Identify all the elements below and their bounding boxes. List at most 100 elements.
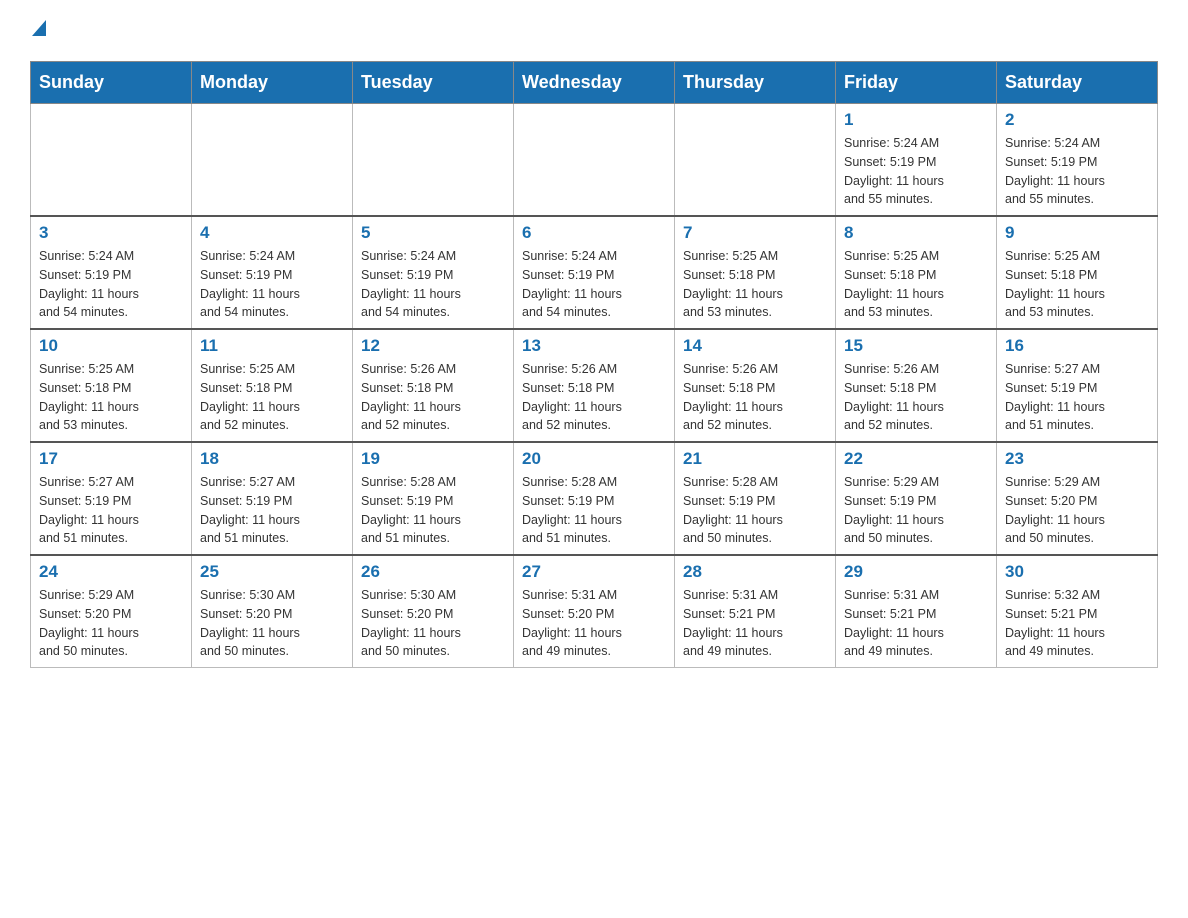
day-number: 26: [361, 562, 505, 582]
calendar-cell: [192, 104, 353, 217]
day-info: Sunrise: 5:24 AMSunset: 5:19 PMDaylight:…: [844, 134, 988, 209]
logo-icon: [32, 20, 46, 41]
day-number: 15: [844, 336, 988, 356]
day-info: Sunrise: 5:26 AMSunset: 5:18 PMDaylight:…: [683, 360, 827, 435]
day-info: Sunrise: 5:25 AMSunset: 5:18 PMDaylight:…: [844, 247, 988, 322]
day-info: Sunrise: 5:29 AMSunset: 5:20 PMDaylight:…: [1005, 473, 1149, 548]
day-number: 20: [522, 449, 666, 469]
calendar-week-row: 1 Sunrise: 5:24 AMSunset: 5:19 PMDaylight…: [31, 104, 1158, 217]
calendar-cell: 12 Sunrise: 5:26 AMSunset: 5:18 PMDayligh…: [353, 329, 514, 442]
calendar-cell: 20 Sunrise: 5:28 AMSunset: 5:19 PMDayligh…: [514, 442, 675, 555]
day-info: Sunrise: 5:29 AMSunset: 5:20 PMDaylight:…: [39, 586, 183, 661]
day-info: Sunrise: 5:24 AMSunset: 5:19 PMDaylight:…: [1005, 134, 1149, 209]
calendar-cell: 4Sunrise: 5:24 AMSunset: 5:19 PMDaylight…: [192, 216, 353, 329]
day-info: Sunrise: 5:26 AMSunset: 5:18 PMDaylight:…: [522, 360, 666, 435]
day-info: Sunrise: 5:28 AMSunset: 5:19 PMDaylight:…: [683, 473, 827, 548]
day-number: 28: [683, 562, 827, 582]
calendar-cell: 30 Sunrise: 5:32 AMSunset: 5:21 PMDayligh…: [997, 555, 1158, 668]
day-info: Sunrise: 5:29 AMSunset: 5:19 PMDaylight:…: [844, 473, 988, 548]
day-number: 1: [844, 110, 988, 130]
day-number: 6: [522, 223, 666, 243]
calendar-table: Sunday Monday Tuesday Wednesday Thursday…: [30, 61, 1158, 668]
day-number: 16: [1005, 336, 1149, 356]
day-number: 11: [200, 336, 344, 356]
col-monday: Monday: [192, 62, 353, 104]
calendar-cell: 22 Sunrise: 5:29 AMSunset: 5:19 PMDayligh…: [836, 442, 997, 555]
calendar-cell: 28Sunrise: 5:31 AMSunset: 5:21 PMDayligh…: [675, 555, 836, 668]
calendar-cell: 2 Sunrise: 5:24 AMSunset: 5:19 PMDaylight…: [997, 104, 1158, 217]
day-info: Sunrise: 5:25 AMSunset: 5:18 PMDaylight:…: [200, 360, 344, 435]
day-info: Sunrise: 5:27 AMSunset: 5:19 PMDaylight:…: [39, 473, 183, 548]
day-number: 3: [39, 223, 183, 243]
col-sunday: Sunday: [31, 62, 192, 104]
day-number: 30: [1005, 562, 1149, 582]
calendar-cell: 16 Sunrise: 5:27 AMSunset: 5:19 PMDayligh…: [997, 329, 1158, 442]
calendar-week-row: 17 Sunrise: 5:27 AMSunset: 5:19 PMDayligh…: [31, 442, 1158, 555]
calendar-cell: 29 Sunrise: 5:31 AMSunset: 5:21 PMDayligh…: [836, 555, 997, 668]
calendar-cell: 26 Sunrise: 5:30 AMSunset: 5:20 PMDayligh…: [353, 555, 514, 668]
day-number: 23: [1005, 449, 1149, 469]
calendar-cell: 10 Sunrise: 5:25 AMSunset: 5:18 PMDayligh…: [31, 329, 192, 442]
col-tuesday: Tuesday: [353, 62, 514, 104]
calendar-cell: [514, 104, 675, 217]
calendar-week-row: 3 Sunrise: 5:24 AMSunset: 5:19 PMDaylight…: [31, 216, 1158, 329]
day-info: Sunrise: 5:30 AMSunset: 5:20 PMDaylight:…: [361, 586, 505, 661]
day-number: 10: [39, 336, 183, 356]
day-number: 9: [1005, 223, 1149, 243]
calendar-cell: 11 Sunrise: 5:25 AMSunset: 5:18 PMDayligh…: [192, 329, 353, 442]
day-info: Sunrise: 5:24 AMSunset: 5:19 PMDaylight:…: [39, 247, 183, 322]
day-number: 5: [361, 223, 505, 243]
page-header: [30, 20, 1158, 41]
day-number: 2: [1005, 110, 1149, 130]
day-number: 24: [39, 562, 183, 582]
day-info: Sunrise: 5:25 AMSunset: 5:18 PMDaylight:…: [1005, 247, 1149, 322]
day-number: 19: [361, 449, 505, 469]
calendar-cell: 15 Sunrise: 5:26 AMSunset: 5:18 PMDayligh…: [836, 329, 997, 442]
calendar-week-row: 24 Sunrise: 5:29 AMSunset: 5:20 PMDayligh…: [31, 555, 1158, 668]
day-info: Sunrise: 5:28 AMSunset: 5:19 PMDaylight:…: [522, 473, 666, 548]
day-number: 25: [200, 562, 344, 582]
calendar-cell: 18 Sunrise: 5:27 AMSunset: 5:19 PMDayligh…: [192, 442, 353, 555]
day-info: Sunrise: 5:26 AMSunset: 5:18 PMDaylight:…: [844, 360, 988, 435]
col-thursday: Thursday: [675, 62, 836, 104]
calendar-cell: 23 Sunrise: 5:29 AMSunset: 5:20 PMDayligh…: [997, 442, 1158, 555]
day-number: 29: [844, 562, 988, 582]
day-info: Sunrise: 5:32 AMSunset: 5:21 PMDaylight:…: [1005, 586, 1149, 661]
day-info: Sunrise: 5:27 AMSunset: 5:19 PMDaylight:…: [200, 473, 344, 548]
calendar-cell: [675, 104, 836, 217]
day-number: 13: [522, 336, 666, 356]
day-number: 12: [361, 336, 505, 356]
day-info: Sunrise: 5:31 AMSunset: 5:21 PMDaylight:…: [844, 586, 988, 661]
calendar-cell: 7 Sunrise: 5:25 AMSunset: 5:18 PMDaylight…: [675, 216, 836, 329]
calendar-cell: 24 Sunrise: 5:29 AMSunset: 5:20 PMDayligh…: [31, 555, 192, 668]
calendar-cell: 25 Sunrise: 5:30 AMSunset: 5:20 PMDayligh…: [192, 555, 353, 668]
calendar-cell: 3 Sunrise: 5:24 AMSunset: 5:19 PMDaylight…: [31, 216, 192, 329]
calendar-week-row: 10 Sunrise: 5:25 AMSunset: 5:18 PMDayligh…: [31, 329, 1158, 442]
day-info: Sunrise: 5:25 AMSunset: 5:18 PMDaylight:…: [683, 247, 827, 322]
day-info: Sunrise: 5:26 AMSunset: 5:18 PMDaylight:…: [361, 360, 505, 435]
weekday-header-row: Sunday Monday Tuesday Wednesday Thursday…: [31, 62, 1158, 104]
calendar-cell: 17 Sunrise: 5:27 AMSunset: 5:19 PMDayligh…: [31, 442, 192, 555]
day-info: Sunrise: 5:25 AMSunset: 5:18 PMDaylight:…: [39, 360, 183, 435]
day-info: Sunrise: 5:24 AMSunset: 5:19 PMDaylight:…: [361, 247, 505, 322]
day-info: Sunrise: 5:28 AMSunset: 5:19 PMDaylight:…: [361, 473, 505, 548]
day-info: Sunrise: 5:30 AMSunset: 5:20 PMDaylight:…: [200, 586, 344, 661]
calendar-cell: [31, 104, 192, 217]
calendar-cell: 8 Sunrise: 5:25 AMSunset: 5:18 PMDaylight…: [836, 216, 997, 329]
day-info: Sunrise: 5:27 AMSunset: 5:19 PMDaylight:…: [1005, 360, 1149, 435]
day-number: 18: [200, 449, 344, 469]
day-info: Sunrise: 5:31 AMSunset: 5:20 PMDaylight:…: [522, 586, 666, 661]
calendar-cell: 9 Sunrise: 5:25 AMSunset: 5:18 PMDaylight…: [997, 216, 1158, 329]
calendar-cell: 1 Sunrise: 5:24 AMSunset: 5:19 PMDaylight…: [836, 104, 997, 217]
calendar-cell: 14 Sunrise: 5:26 AMSunset: 5:18 PMDayligh…: [675, 329, 836, 442]
logo-arrow-icon: [32, 20, 46, 36]
day-number: 22: [844, 449, 988, 469]
day-number: 14: [683, 336, 827, 356]
day-number: 7: [683, 223, 827, 243]
day-number: 4: [200, 223, 344, 243]
day-number: 17: [39, 449, 183, 469]
day-number: 21: [683, 449, 827, 469]
logo: [30, 20, 46, 41]
calendar-cell: 6Sunrise: 5:24 AMSunset: 5:19 PMDaylight…: [514, 216, 675, 329]
day-number: 8: [844, 223, 988, 243]
